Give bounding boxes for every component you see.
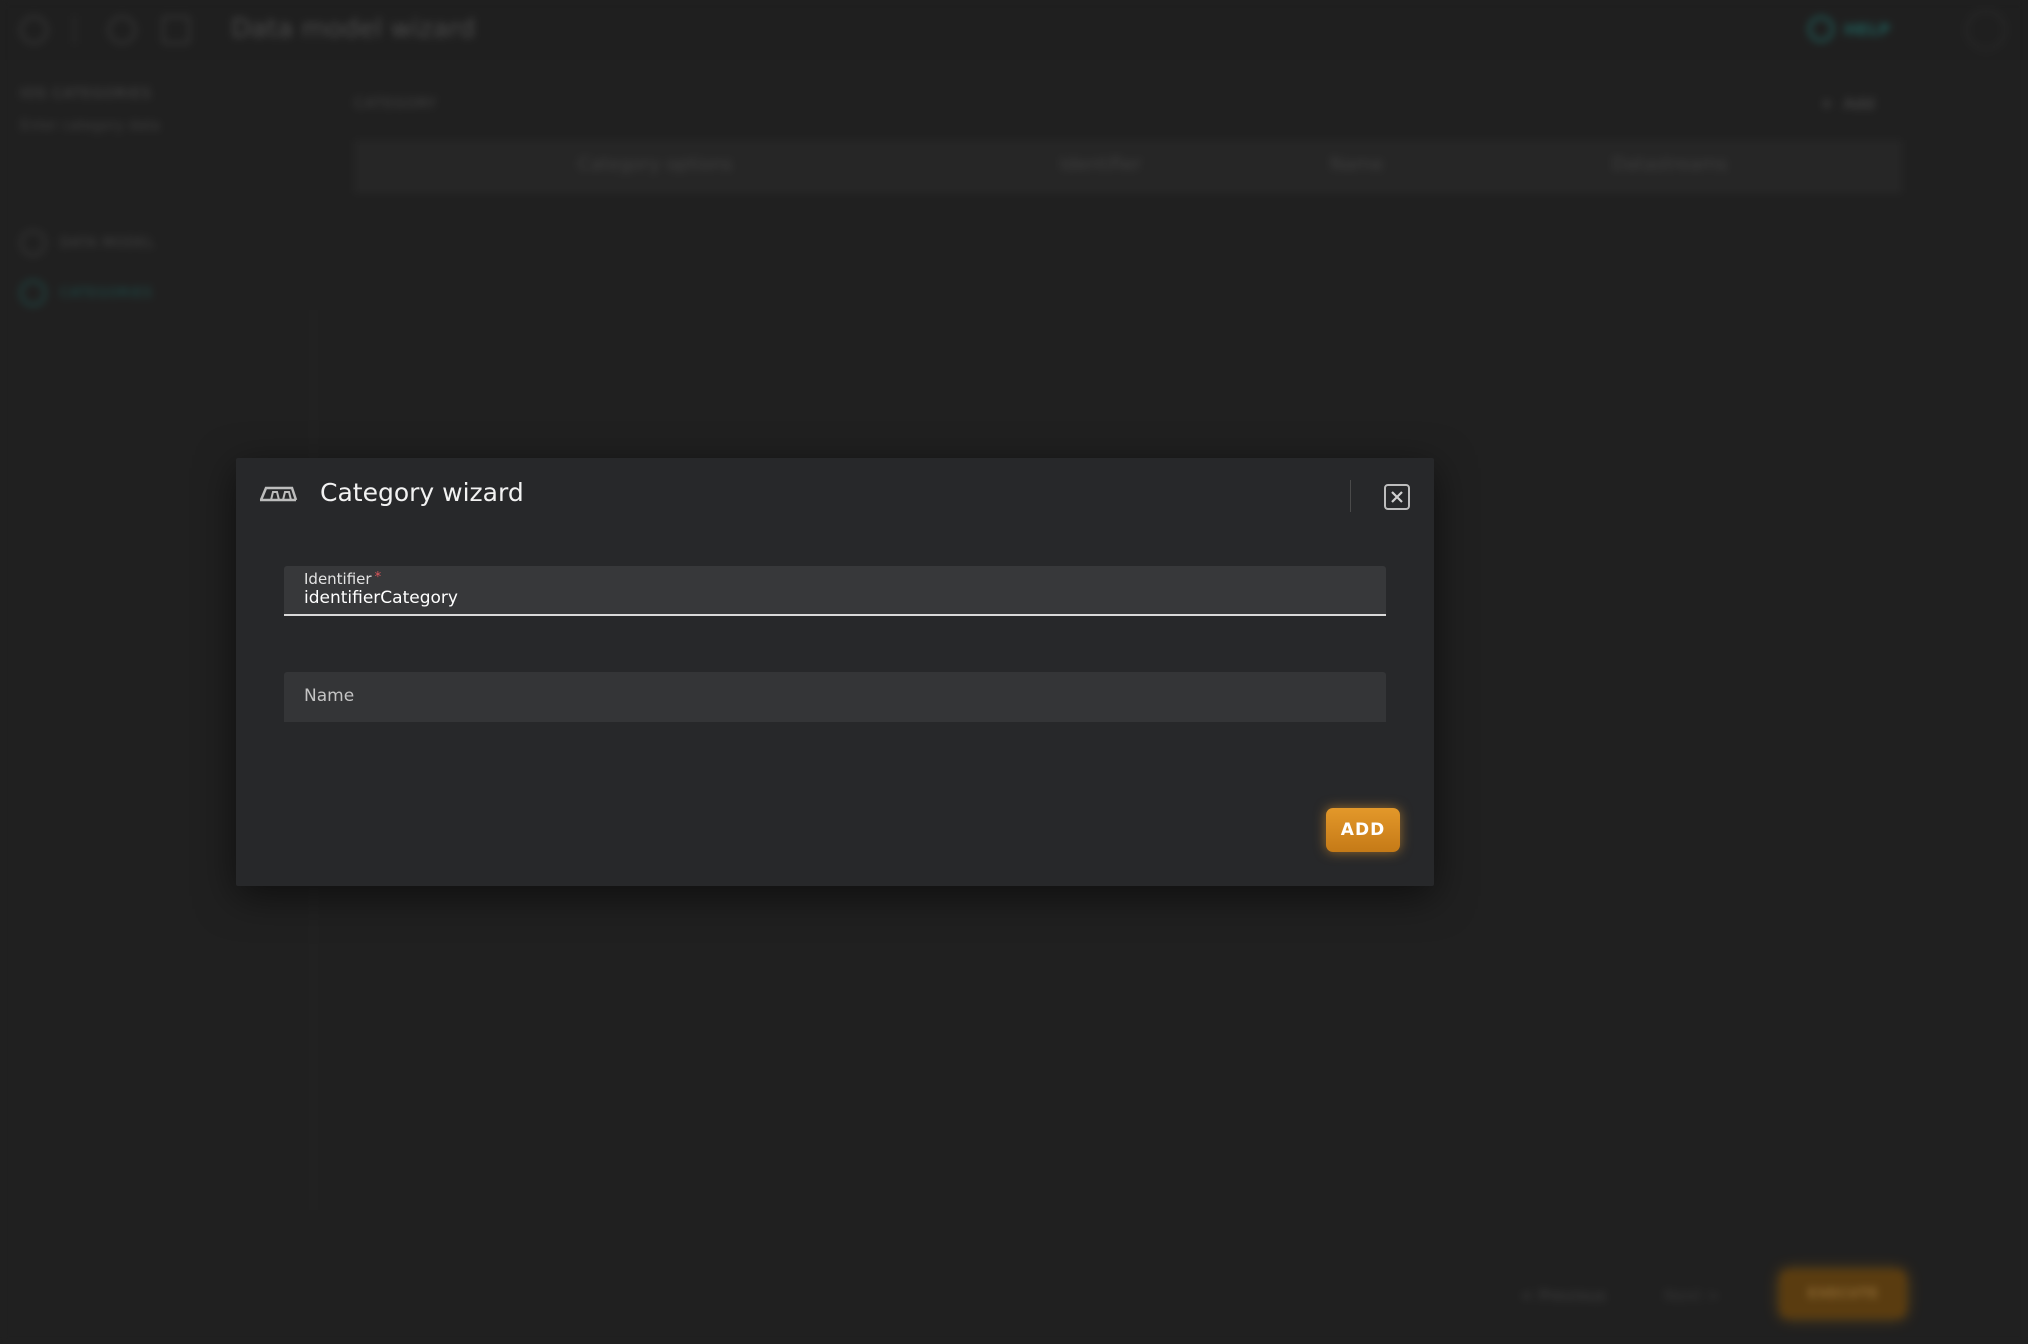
- page-title: Data model wizard: [231, 14, 476, 44]
- step-data-model[interactable]: DATA MODEL: [20, 230, 155, 256]
- name-placeholder: Name: [304, 686, 355, 706]
- name-field[interactable]: Name: [284, 672, 1386, 722]
- step-categories[interactable]: CATEGORIES: [20, 280, 153, 306]
- section-label: CATEGORY: [354, 96, 437, 112]
- identifier-input[interactable]: [304, 588, 1364, 608]
- execute-button[interactable]: EXECUTE: [1780, 1270, 1906, 1318]
- column-header[interactable]: Category options: [578, 154, 732, 175]
- close-button[interactable]: [1384, 484, 1410, 510]
- avatar[interactable]: [1966, 10, 2006, 50]
- document-icon[interactable]: [162, 16, 190, 44]
- next-button[interactable]: Next >: [1664, 1286, 1720, 1305]
- help-button[interactable]: HELP: [1808, 16, 1890, 42]
- identifier-label-text: Identifier: [304, 570, 372, 588]
- step-label: DATA MODEL: [60, 235, 155, 251]
- previous-button[interactable]: < Previous: [1520, 1286, 1606, 1305]
- column-header[interactable]: Name: [1330, 154, 1383, 175]
- help-icon: [1808, 16, 1834, 42]
- sidebar-subtitle: Enter category data: [20, 118, 160, 134]
- close-icon: [1391, 491, 1403, 503]
- divider: [74, 16, 75, 44]
- add-button[interactable]: ADD: [1326, 808, 1400, 852]
- step-indicator-icon: [20, 230, 46, 256]
- home-icon[interactable]: [108, 16, 136, 44]
- category-icon: [258, 480, 298, 506]
- column-header[interactable]: Datastreams: [1612, 154, 1727, 175]
- identifier-field[interactable]: Identifier *: [284, 566, 1386, 616]
- column-header[interactable]: Identifier: [1060, 154, 1141, 175]
- top-bar: Data model wizard HELP: [0, 0, 2028, 60]
- add-category-button[interactable]: + Add: [1820, 94, 1874, 113]
- step-label: CATEGORIES: [60, 285, 153, 301]
- divider: [1350, 480, 1351, 512]
- help-label: HELP: [1844, 19, 1891, 39]
- required-mark: *: [374, 570, 382, 585]
- identifier-label: Identifier *: [304, 570, 381, 588]
- dialog-title: Category wizard: [320, 478, 524, 507]
- sidebar-heading: IOS CATEGORIES: [20, 86, 152, 102]
- plus-icon: +: [1820, 94, 1834, 113]
- add-label: Add: [1843, 94, 1875, 113]
- category-wizard-dialog: Category wizard Identifier* Name ADD: [236, 458, 1434, 886]
- menu-icon[interactable]: [20, 16, 48, 44]
- step-indicator-icon: [20, 280, 46, 306]
- table-header: Category options Identifier Name Datastr…: [354, 140, 1902, 192]
